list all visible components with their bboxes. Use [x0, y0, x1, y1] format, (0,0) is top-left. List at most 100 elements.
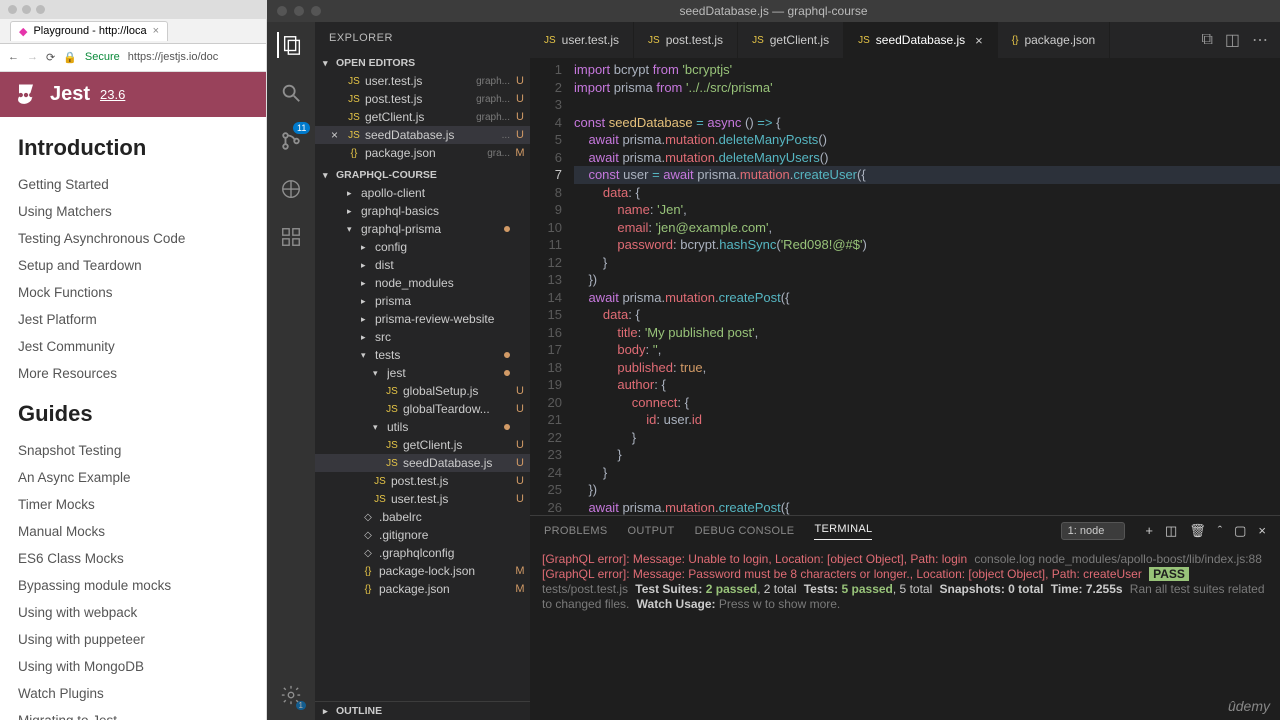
- activity-bar: 11 1: [267, 22, 315, 720]
- docs-link[interactable]: Using Matchers: [18, 198, 248, 225]
- reload-icon[interactable]: ⟳: [46, 51, 55, 64]
- folder-item[interactable]: ▸dist: [315, 256, 530, 274]
- folder-item[interactable]: ▾tests: [315, 346, 530, 364]
- maximize-panel-icon[interactable]: ▢: [1234, 523, 1246, 539]
- open-editor-item[interactable]: {}package.jsongra...M: [315, 144, 530, 162]
- docs-link[interactable]: Jest Community: [18, 333, 248, 360]
- file-item[interactable]: JSseedDatabase.jsU: [315, 454, 530, 472]
- folder-item[interactable]: ▸node_modules: [315, 274, 530, 292]
- traffic-light[interactable]: [8, 5, 17, 14]
- close-icon[interactable]: ×: [975, 33, 983, 48]
- docs-link[interactable]: Bypassing module mocks: [18, 572, 248, 599]
- folder-item[interactable]: ▸prisma-review-website: [315, 310, 530, 328]
- close-panel-icon[interactable]: ×: [1258, 523, 1266, 539]
- explorer-title: EXPLORER: [315, 22, 530, 54]
- docs-link[interactable]: Using with MongoDB: [18, 653, 248, 680]
- terminal-output[interactable]: [GraphQL error]: Message: Unable to logi…: [530, 546, 1280, 720]
- traffic-light[interactable]: [311, 6, 321, 16]
- browser-tab[interactable]: ◆ Playground - http://loca ×: [10, 21, 168, 41]
- folder-item[interactable]: ▸config: [315, 238, 530, 256]
- traffic-light[interactable]: [277, 6, 287, 16]
- folder-item[interactable]: ▸src: [315, 328, 530, 346]
- explorer-sidebar: EXPLORER ▾OPEN EDITORS JSuser.test.jsgra…: [315, 22, 530, 720]
- address-bar[interactable]: https://jestjs.io/doc: [128, 51, 219, 63]
- docs-link[interactable]: Using with puppeteer: [18, 626, 248, 653]
- vscode-window: seedDatabase.js — graphql-course 11 1 EX…: [267, 0, 1280, 720]
- new-terminal-icon[interactable]: +: [1145, 523, 1153, 539]
- docs-link[interactable]: ES6 Class Mocks: [18, 545, 248, 572]
- open-editor-item[interactable]: ×JSseedDatabase.js...U: [315, 126, 530, 144]
- editor-tab[interactable]: JSseedDatabase.js×: [844, 22, 998, 58]
- code-editor[interactable]: 1234567891011121314151617181920212223242…: [530, 58, 1280, 515]
- open-editor-item[interactable]: JSuser.test.jsgraph...U: [315, 72, 530, 90]
- split-compare-icon[interactable]: ⧉: [1201, 31, 1212, 49]
- panel-tab-output[interactable]: OUTPUT: [628, 525, 675, 537]
- open-editor-item[interactable]: JSpost.test.jsgraph...U: [315, 90, 530, 108]
- folder-item[interactable]: ▾utils: [315, 418, 530, 436]
- panel-tab-problems[interactable]: PROBLEMS: [544, 525, 608, 537]
- file-item[interactable]: {}package.jsonM: [315, 580, 530, 598]
- outline-section[interactable]: ▸OUTLINE: [315, 701, 530, 720]
- file-item[interactable]: JSuser.test.jsU: [315, 490, 530, 508]
- section-heading-guides: Guides: [18, 401, 248, 427]
- file-item[interactable]: ◇.graphqlconfig: [315, 544, 530, 562]
- split-editor-icon[interactable]: ◫: [1225, 30, 1240, 50]
- code-content[interactable]: import bcrypt from 'bcryptjs' import pri…: [574, 58, 1280, 515]
- docs-link[interactable]: Snapshot Testing: [18, 437, 248, 464]
- editor-area: JSuser.test.jsJSpost.test.jsJSgetClient.…: [530, 22, 1280, 720]
- folder-item[interactable]: ▸apollo-client: [315, 184, 530, 202]
- vscode-titlebar: seedDatabase.js — graphql-course: [267, 0, 1280, 22]
- file-item[interactable]: JSglobalSetup.jsU: [315, 382, 530, 400]
- folder-item[interactable]: ▸prisma: [315, 292, 530, 310]
- search-icon[interactable]: [278, 80, 304, 106]
- docs-link[interactable]: Timer Mocks: [18, 491, 248, 518]
- settings-gear-icon[interactable]: 1: [278, 682, 304, 708]
- extensions-icon[interactable]: [278, 224, 304, 250]
- explorer-icon[interactable]: [277, 32, 303, 58]
- open-editors-section[interactable]: ▾OPEN EDITORS: [315, 54, 530, 72]
- folder-item[interactable]: ▾graphql-prisma: [315, 220, 530, 238]
- open-editor-item[interactable]: JSgetClient.jsgraph...U: [315, 108, 530, 126]
- docs-link[interactable]: Jest Platform: [18, 306, 248, 333]
- terminal-selector[interactable]: 1: node: [1061, 522, 1126, 540]
- section-heading-intro: Introduction: [18, 135, 248, 161]
- traffic-light[interactable]: [22, 5, 31, 14]
- docs-link[interactable]: Using with webpack: [18, 599, 248, 626]
- file-item[interactable]: ◇.gitignore: [315, 526, 530, 544]
- docs-link[interactable]: Migrating to Jest: [18, 707, 248, 720]
- line-gutter: 1234567891011121314151617181920212223242…: [530, 58, 574, 515]
- close-icon[interactable]: ×: [153, 25, 159, 37]
- panel-tab-terminal[interactable]: TERMINAL: [814, 523, 872, 540]
- more-icon[interactable]: ⋯: [1252, 30, 1268, 50]
- editor-tab[interactable]: JSgetClient.js: [738, 22, 844, 58]
- panel-tab-debug[interactable]: DEBUG CONSOLE: [695, 525, 795, 537]
- docs-link[interactable]: Manual Mocks: [18, 518, 248, 545]
- docs-link[interactable]: Getting Started: [18, 171, 248, 198]
- trash-icon[interactable]: 🗑: [1189, 523, 1206, 539]
- debug-icon[interactable]: [278, 176, 304, 202]
- docs-link[interactable]: More Resources: [18, 360, 248, 387]
- file-item[interactable]: JSpost.test.jsU: [315, 472, 530, 490]
- editor-tab[interactable]: {}package.json: [998, 22, 1110, 58]
- file-item[interactable]: {}package-lock.jsonM: [315, 562, 530, 580]
- split-terminal-icon[interactable]: ◫: [1165, 523, 1177, 539]
- traffic-light[interactable]: [294, 6, 304, 16]
- folder-item[interactable]: ▾jest: [315, 364, 530, 382]
- chevron-up-icon[interactable]: ˆ: [1218, 523, 1222, 539]
- back-icon[interactable]: ←: [8, 51, 19, 63]
- editor-tab[interactable]: JSpost.test.js: [634, 22, 738, 58]
- docs-link[interactable]: Setup and Teardown: [18, 252, 248, 279]
- traffic-light[interactable]: [36, 5, 45, 14]
- docs-link[interactable]: Mock Functions: [18, 279, 248, 306]
- file-item[interactable]: JSgetClient.jsU: [315, 436, 530, 454]
- forward-icon[interactable]: →: [27, 51, 38, 63]
- folder-item[interactable]: ▸graphql-basics: [315, 202, 530, 220]
- docs-link[interactable]: Testing Asynchronous Code: [18, 225, 248, 252]
- file-item[interactable]: ◇.babelrc: [315, 508, 530, 526]
- jest-version[interactable]: 23.6: [100, 87, 125, 102]
- docs-link[interactable]: An Async Example: [18, 464, 248, 491]
- project-section[interactable]: ▾GRAPHQL-COURSE: [315, 166, 530, 184]
- file-item[interactable]: JSglobalTeardow...U: [315, 400, 530, 418]
- docs-link[interactable]: Watch Plugins: [18, 680, 248, 707]
- editor-tab[interactable]: JSuser.test.js: [530, 22, 634, 58]
